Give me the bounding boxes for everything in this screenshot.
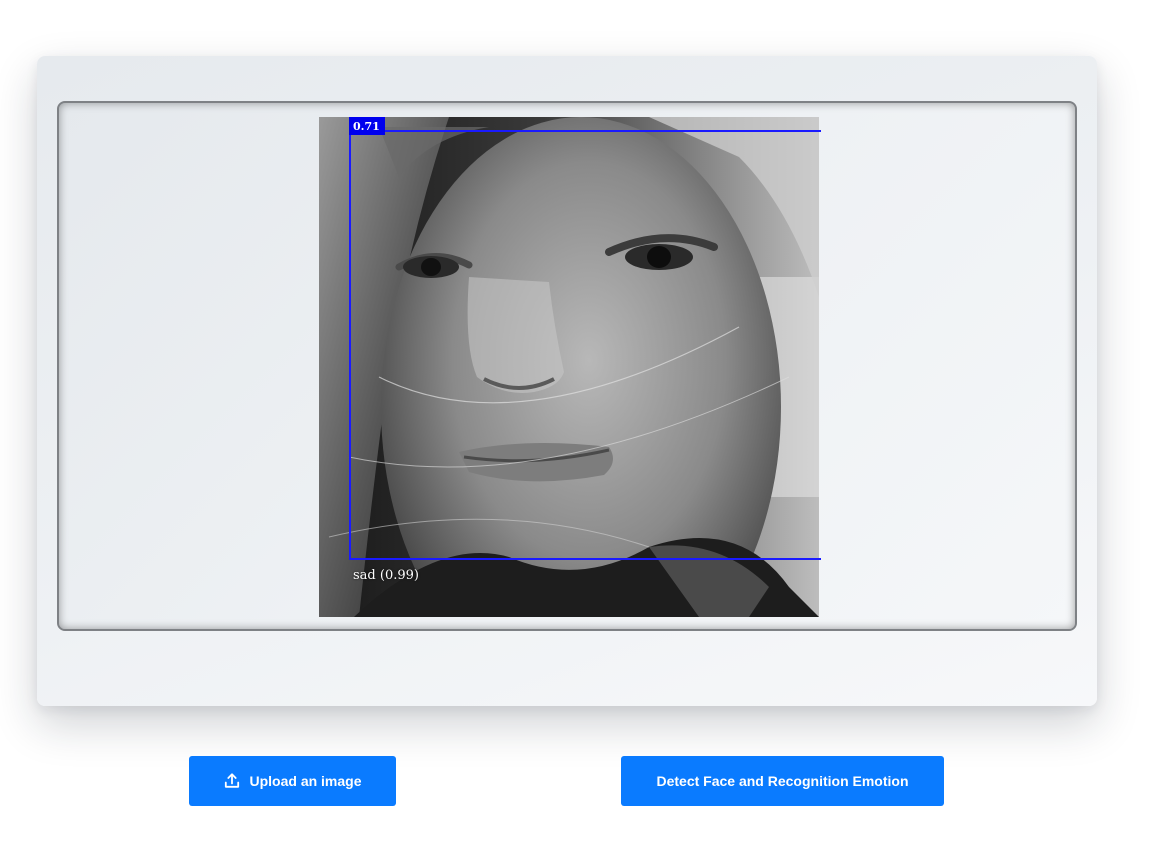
upload-image-button[interactable]: Upload an image — [189, 756, 396, 806]
face-bounding-box — [349, 130, 821, 560]
image-preview-frame: 0.71 sad (0.99) — [57, 101, 1077, 631]
upload-icon — [223, 772, 241, 790]
upload-button-label: Upload an image — [249, 773, 362, 789]
emotion-prediction-label: sad (0.99) — [353, 568, 419, 583]
detect-button-label: Detect Face and Recognition Emotion — [656, 773, 909, 789]
detect-emotion-button[interactable]: Detect Face and Recognition Emotion — [621, 756, 944, 806]
face-confidence-score: 0.71 — [349, 117, 385, 135]
